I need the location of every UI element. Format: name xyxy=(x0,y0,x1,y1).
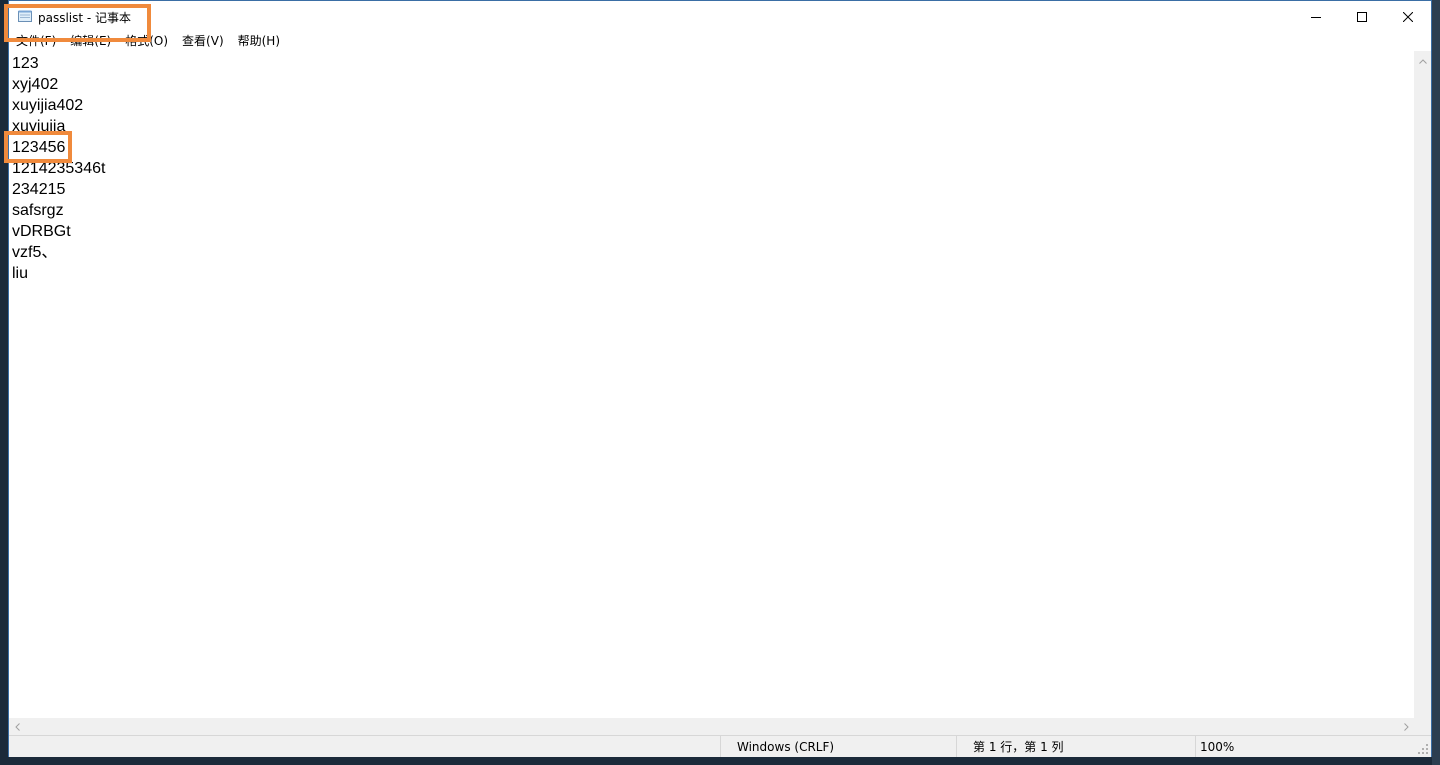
scrollbar-corner xyxy=(1414,718,1431,735)
vertical-scrollbar[interactable] xyxy=(1414,51,1431,718)
menu-view[interactable]: 查看(V) xyxy=(175,32,231,51)
text-line: xyj402 xyxy=(12,76,59,93)
text-line: xuyiujia xyxy=(12,118,66,135)
horizontal-scrollbar[interactable] xyxy=(9,718,1415,735)
close-icon xyxy=(1403,11,1413,22)
notepad-window: passlist - 记事本 文件(F) 编辑(E) 格式(O) 查看(V) 帮… xyxy=(8,0,1432,757)
menu-format[interactable]: 格式(O) xyxy=(118,32,175,51)
text-line: 1214235346t xyxy=(12,160,106,177)
text-line: 123 xyxy=(12,55,39,72)
minimize-button[interactable] xyxy=(1293,1,1339,32)
scroll-right-icon[interactable] xyxy=(1398,718,1415,735)
text-line: vzf5、 xyxy=(12,244,58,261)
status-line-ending: Windows (CRLF) xyxy=(720,736,956,757)
status-cursor-position: 第 1 行，第 1 列 xyxy=(956,736,1195,757)
maximize-button[interactable] xyxy=(1339,1,1385,32)
text-line: 123456 xyxy=(12,139,66,156)
status-zoom: 100% xyxy=(1195,736,1415,757)
text-line: 234215 xyxy=(12,181,66,198)
text-line: safsrgz xyxy=(12,202,64,219)
menu-bar: 文件(F) 编辑(E) 格式(O) 查看(V) 帮助(H) xyxy=(9,32,1431,51)
menu-edit[interactable]: 编辑(E) xyxy=(63,32,118,51)
desktop-background xyxy=(1432,0,1440,765)
window-title: passlist - 记事本 xyxy=(38,11,132,25)
minimize-icon xyxy=(1311,16,1321,18)
title-bar[interactable]: passlist - 记事本 xyxy=(9,1,1431,32)
text-editor-area[interactable]: 123 xyj402 xuyijia402 xuyiujia 123456 12… xyxy=(9,51,1415,718)
close-button[interactable] xyxy=(1385,1,1431,32)
resize-grip-icon[interactable] xyxy=(1417,743,1429,755)
scroll-left-icon[interactable] xyxy=(9,718,26,735)
text-line: xuyijia402 xyxy=(12,97,84,114)
status-bar: Windows (CRLF) 第 1 行，第 1 列 100% xyxy=(9,735,1431,757)
menu-file[interactable]: 文件(F) xyxy=(9,32,63,51)
text-line: vDRBGt xyxy=(12,223,71,240)
menu-help[interactable]: 帮助(H) xyxy=(231,32,287,51)
text-line: liu xyxy=(12,265,29,282)
scroll-up-icon[interactable] xyxy=(1414,53,1431,70)
notepad-icon xyxy=(18,10,32,22)
maximize-icon xyxy=(1357,11,1367,22)
